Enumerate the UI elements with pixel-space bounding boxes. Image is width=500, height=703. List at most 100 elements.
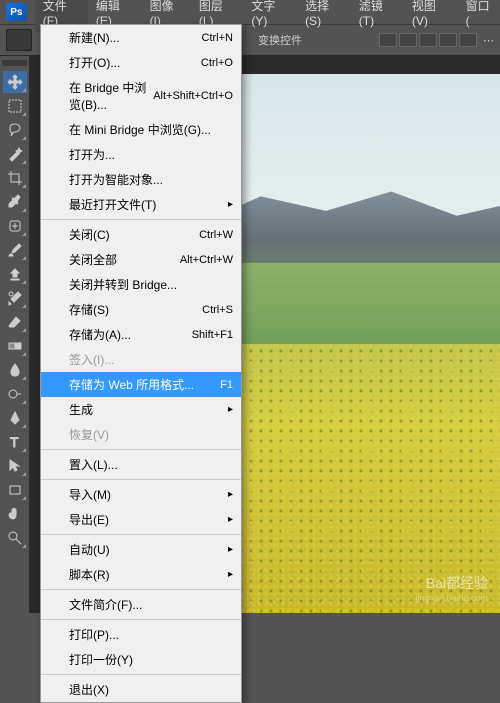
- menu-item-4[interactable]: 打开为...: [41, 142, 241, 167]
- menu-shortcut: Ctrl+O: [201, 57, 233, 69]
- dots-icon[interactable]: ⋯: [483, 34, 494, 47]
- eraser-tool[interactable]: [3, 311, 27, 333]
- menu-item-1[interactable]: 打开(O)... Ctrl+O: [41, 50, 241, 75]
- menu-shortcut: Ctrl+N: [202, 32, 233, 44]
- menu-item-13: 签入(I)...: [41, 347, 241, 372]
- menu-item-2[interactable]: 在 Bridge 中浏览(B)...Alt+Shift+Ctrl+O: [41, 75, 241, 117]
- toolbox-grip[interactable]: [2, 60, 27, 66]
- menu-item-29[interactable]: 打印一份(Y): [41, 647, 241, 672]
- type-tool[interactable]: T: [3, 431, 27, 453]
- menu-item-24[interactable]: 脚本(R)▸: [41, 562, 241, 587]
- menu-item-label: 自动(U): [69, 541, 110, 558]
- align-btn-5[interactable]: [459, 33, 477, 47]
- dodge-tool[interactable]: [3, 383, 27, 405]
- menu-separator: [41, 479, 241, 480]
- path-selection-tool[interactable]: [3, 455, 27, 477]
- pen-tool[interactable]: [3, 407, 27, 429]
- menu-item-label: 新建(N)...: [69, 29, 120, 46]
- menu-select[interactable]: 选择(S): [297, 0, 351, 32]
- menu-shortcut: Shift+F1: [192, 329, 233, 341]
- align-btn-1[interactable]: [379, 33, 397, 47]
- menu-type[interactable]: 文字(Y): [243, 0, 297, 32]
- menu-shortcut: Alt+Shift+Ctrl+O: [153, 90, 233, 102]
- menu-item-label: 生成: [69, 401, 93, 418]
- menu-item-label: 签入(I)...: [69, 351, 114, 368]
- menu-item-10[interactable]: 关闭并转到 Bridge...: [41, 272, 241, 297]
- menu-item-label: 文件简介(F)...: [69, 596, 142, 613]
- menu-item-label: 在 Mini Bridge 中浏览(G)...: [69, 121, 211, 138]
- rectangle-tool[interactable]: [3, 479, 27, 501]
- marquee-tool[interactable]: [3, 95, 27, 117]
- crop-tool[interactable]: [3, 167, 27, 189]
- menu-view[interactable]: 视图(V): [404, 0, 458, 32]
- submenu-arrow-icon: ▸: [228, 544, 233, 555]
- watermark: Bai都经验 jingyan.baidu.com: [415, 573, 488, 603]
- file-menu-dropdown: 新建(N)... Ctrl+N 打开(O)... Ctrl+O 在 Bridge 中浏览…: [40, 24, 242, 703]
- menu-separator: [41, 674, 241, 675]
- submenu-arrow-icon: ▸: [228, 404, 233, 415]
- history-brush-tool[interactable]: [3, 287, 27, 309]
- menu-item-label: 关闭(C): [69, 226, 110, 243]
- menu-separator: [41, 619, 241, 620]
- menu-item-0[interactable]: 新建(N)... Ctrl+N: [41, 25, 241, 50]
- submenu-arrow-icon: ▸: [228, 199, 233, 210]
- menu-item-label: 存储(S): [69, 301, 109, 318]
- menu-item-label: 关闭并转到 Bridge...: [69, 276, 177, 293]
- menu-shortcut: Ctrl+W: [199, 229, 233, 241]
- menu-item-12[interactable]: 存储为(A)... Shift+F1: [41, 322, 241, 347]
- menu-item-label: 导入(M): [69, 486, 111, 503]
- eyedropper-tool[interactable]: [3, 191, 27, 213]
- submenu-arrow-icon: ▸: [228, 514, 233, 525]
- menu-separator: [41, 589, 241, 590]
- menu-item-label: 关闭全部: [69, 251, 117, 268]
- align-btn-3[interactable]: [419, 33, 437, 47]
- menu-item-label: 退出(X): [69, 681, 109, 698]
- menu-item-label: 最近打开文件(T): [69, 196, 156, 213]
- menu-item-label: 打开(O)...: [69, 54, 120, 71]
- menu-item-label: 存储为(A)...: [69, 326, 131, 343]
- menu-item-31[interactable]: 退出(X): [41, 677, 241, 702]
- menu-window[interactable]: 窗口(: [458, 0, 500, 32]
- menu-item-18[interactable]: 置入(L)...: [41, 452, 241, 477]
- menu-item-23[interactable]: 自动(U) ▸: [41, 537, 241, 562]
- tool-preset-icon[interactable]: [6, 29, 32, 51]
- menu-item-28[interactable]: 打印(P)...: [41, 622, 241, 647]
- clone-stamp-tool[interactable]: [3, 263, 27, 285]
- menu-item-8[interactable]: 关闭(C) Ctrl+W: [41, 222, 241, 247]
- hand-tool[interactable]: [3, 503, 27, 525]
- menu-filter[interactable]: 滤镜(T): [351, 0, 404, 32]
- menu-item-11[interactable]: 存储(S)Ctrl+S: [41, 297, 241, 322]
- menu-item-label: 打印(P)...: [69, 626, 119, 643]
- menu-item-20[interactable]: 导入(M)▸: [41, 482, 241, 507]
- magic-wand-tool[interactable]: [3, 143, 27, 165]
- menu-item-5[interactable]: 打开为智能对象...: [41, 167, 241, 192]
- brush-tool[interactable]: [3, 239, 27, 261]
- menu-item-21[interactable]: 导出(E)▸: [41, 507, 241, 532]
- healing-brush-tool[interactable]: [3, 215, 27, 237]
- menu-separator: [41, 449, 241, 450]
- menu-separator: [41, 534, 241, 535]
- menu-shortcut: F1: [220, 379, 233, 391]
- menu-item-9[interactable]: 关闭全部 Alt+Ctrl+W: [41, 247, 241, 272]
- menu-separator: [41, 219, 241, 220]
- menu-item-label: 在 Bridge 中浏览(B)...: [69, 79, 153, 113]
- menu-item-14[interactable]: 存储为 Web 所用格式...F1: [41, 372, 241, 397]
- toolbox: T: [0, 56, 30, 613]
- align-btn-4[interactable]: [439, 33, 457, 47]
- menu-item-15[interactable]: 生成 ▸: [41, 397, 241, 422]
- menu-item-label: 脚本(R): [69, 566, 110, 583]
- gradient-tool[interactable]: [3, 335, 27, 357]
- menu-item-3[interactable]: 在 Mini Bridge 中浏览(G)...: [41, 117, 241, 142]
- menu-item-6[interactable]: 最近打开文件(T) ▸: [41, 192, 241, 217]
- app-icon: Ps: [6, 3, 27, 21]
- menu-item-label: 置入(L)...: [69, 456, 118, 473]
- menu-item-label: 打开为...: [69, 146, 115, 163]
- move-tool[interactable]: [3, 71, 27, 93]
- menu-item-26[interactable]: 文件简介(F)...: [41, 592, 241, 617]
- lasso-tool[interactable]: [3, 119, 27, 141]
- menu-shortcut: Alt+Ctrl+W: [180, 254, 233, 266]
- blur-tool[interactable]: [3, 359, 27, 381]
- align-btn-2[interactable]: [399, 33, 417, 47]
- menu-item-label: 打开为智能对象...: [69, 171, 163, 188]
- zoom-tool[interactable]: [3, 527, 27, 549]
